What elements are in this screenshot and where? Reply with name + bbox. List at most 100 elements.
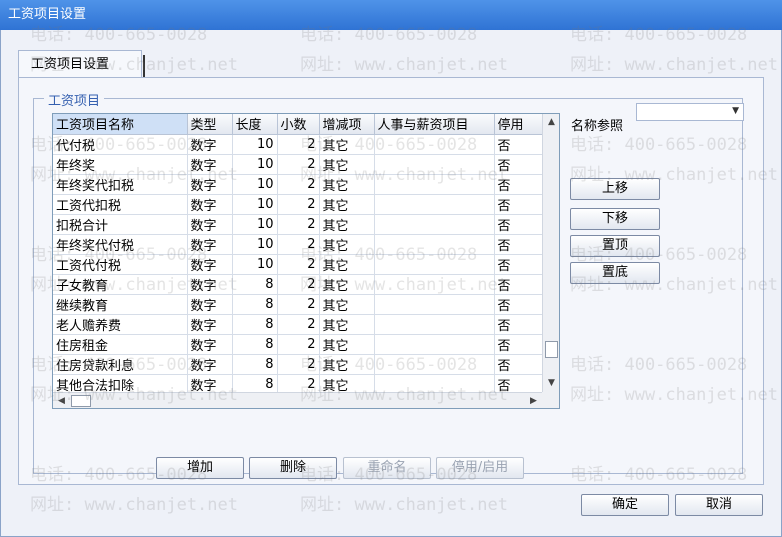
table-row[interactable]: 子女教育 数字 8 2 其它 否 [53, 274, 543, 295]
column-header-name[interactable]: 工资项目名称 [53, 114, 188, 135]
cell-type: 数字 [187, 214, 233, 235]
cell-decimals: 2 [277, 354, 320, 375]
table-row[interactable]: 继续教育 数字 8 2 其它 否 [53, 294, 543, 315]
cell-type: 数字 [187, 274, 233, 295]
column-header-length[interactable]: 长度 [232, 114, 278, 135]
cell-length: 10 [232, 214, 278, 235]
ok-button[interactable]: 确定 [581, 494, 669, 516]
cell-decimals: 2 [277, 374, 320, 395]
cell-type: 数字 [187, 134, 233, 155]
move-down-button[interactable]: 下移 [570, 208, 660, 230]
cell-increase-decrease: 其它 [319, 374, 375, 395]
title-bar: 工资项目设置 [0, 0, 782, 30]
cell-decimals: 2 [277, 254, 320, 275]
scroll-up-arrow-icon[interactable]: ▲ [543, 114, 559, 131]
cell-type: 数字 [187, 194, 233, 215]
vertical-scroll-thumb[interactable] [545, 341, 558, 358]
cell-name: 工资代扣税 [53, 194, 188, 215]
cell-decimals: 2 [277, 154, 320, 175]
cancel-button[interactable]: 取消 [675, 494, 763, 516]
table-row[interactable]: 扣税合计 数字 10 2 其它 否 [53, 214, 543, 235]
cell-decimals: 2 [277, 214, 320, 235]
cell-hr-salary-item [374, 314, 495, 335]
cell-name: 老人赡养费 [53, 314, 188, 335]
cell-length: 10 [232, 254, 278, 275]
cell-type: 数字 [187, 374, 233, 395]
vertical-scrollbar[interactable]: ▲ ▼ [542, 114, 559, 392]
cell-disabled: 否 [494, 194, 543, 215]
table-header-row: 工资项目名称 类型 长度 小数 增减项 人事与薪资项目 停用 [53, 114, 543, 135]
cell-hr-salary-item [374, 354, 495, 375]
cell-type: 数字 [187, 354, 233, 375]
table-row[interactable]: 年终奖代扣税 数字 10 2 其它 否 [53, 174, 543, 195]
move-up-button[interactable]: 上移 [570, 178, 660, 200]
cell-decimals: 2 [277, 134, 320, 155]
cell-name: 住房租金 [53, 334, 188, 355]
move-to-top-button[interactable]: 置顶 [570, 235, 660, 257]
cell-name: 继续教育 [53, 294, 188, 315]
cell-decimals: 2 [277, 194, 320, 215]
rename-button[interactable]: 重命名 [343, 457, 431, 479]
add-button[interactable]: 增加 [156, 457, 244, 479]
cell-length: 10 [232, 174, 278, 195]
chevron-down-icon[interactable]: ▼ [732, 106, 739, 116]
cell-disabled: 否 [494, 154, 543, 175]
cell-length: 10 [232, 194, 278, 215]
cell-hr-salary-item [374, 334, 495, 355]
table-row[interactable]: 代付税 数字 10 2 其它 否 [53, 134, 543, 155]
cell-type: 数字 [187, 314, 233, 335]
cell-hr-salary-item [374, 194, 495, 215]
table-row[interactable]: 工资代扣税 数字 10 2 其它 否 [53, 194, 543, 215]
cell-disabled: 否 [494, 334, 543, 355]
cell-length: 8 [232, 334, 278, 355]
table-row[interactable]: 住房租金 数字 8 2 其它 否 [53, 334, 543, 355]
cell-type: 数字 [187, 174, 233, 195]
scroll-left-arrow-icon[interactable]: ◀ [53, 393, 70, 408]
cell-length: 8 [232, 294, 278, 315]
cell-disabled: 否 [494, 214, 543, 235]
tab-salary-item-settings[interactable]: 工资项目设置 [18, 50, 145, 79]
scroll-down-arrow-icon[interactable]: ▼ [543, 375, 559, 392]
cell-length: 8 [232, 354, 278, 375]
table-row[interactable]: 老人赡养费 数字 8 2 其它 否 [53, 314, 543, 335]
scroll-right-arrow-icon[interactable]: ▶ [525, 393, 542, 408]
salary-items-grid[interactable]: 工资项目名称 类型 长度 小数 增减项 人事与薪资项目 停用 代付税 数字 10 2 其… [52, 113, 560, 409]
column-header-increase-decrease[interactable]: 增减项 [319, 114, 375, 135]
disable-enable-button[interactable]: 停用/启用 [436, 457, 524, 479]
cell-increase-decrease: 其它 [319, 254, 375, 275]
cell-increase-decrease: 其它 [319, 154, 375, 175]
cell-decimals: 2 [277, 314, 320, 335]
horizontal-scroll-thumb[interactable] [71, 395, 91, 407]
horizontal-scrollbar[interactable]: ◀ ▶ [53, 392, 542, 408]
name-reference-dropdown[interactable]: ▼ [636, 103, 744, 121]
delete-button[interactable]: 删除 [249, 457, 337, 479]
cell-name: 其他合法扣除 [53, 374, 188, 395]
cell-length: 8 [232, 374, 278, 395]
cell-hr-salary-item [374, 174, 495, 195]
table-row[interactable]: 工资代付税 数字 10 2 其它 否 [53, 254, 543, 275]
scrollbar-corner [542, 392, 559, 408]
column-header-type[interactable]: 类型 [187, 114, 233, 135]
table-row[interactable]: 其他合法扣除 数字 8 2 其它 否 [53, 374, 543, 395]
table-row[interactable]: 住房贷款利息 数字 8 2 其它 否 [53, 354, 543, 375]
table-row[interactable]: 年终奖代付税 数字 10 2 其它 否 [53, 234, 543, 255]
cell-decimals: 2 [277, 334, 320, 355]
cell-type: 数字 [187, 234, 233, 255]
cell-hr-salary-item [374, 234, 495, 255]
column-header-disabled[interactable]: 停用 [494, 114, 543, 135]
cell-name: 代付税 [53, 134, 188, 155]
cell-hr-salary-item [374, 254, 495, 275]
cell-increase-decrease: 其它 [319, 354, 375, 375]
move-to-bottom-button[interactable]: 置底 [570, 262, 660, 284]
cell-disabled: 否 [494, 254, 543, 275]
table-row[interactable]: 年终奖 数字 10 2 其它 否 [53, 154, 543, 175]
cell-disabled: 否 [494, 314, 543, 335]
cell-name: 年终奖代付税 [53, 234, 188, 255]
cell-length: 10 [232, 154, 278, 175]
cell-name: 子女教育 [53, 274, 188, 295]
cell-decimals: 2 [277, 274, 320, 295]
cell-increase-decrease: 其它 [319, 234, 375, 255]
column-header-hr-salary-item[interactable]: 人事与薪资项目 [374, 114, 495, 135]
tab-panel: 工资项目 工资项目名称 类型 长度 小数 增减项 人事与薪资项目 停用 代付税 … [18, 77, 764, 485]
column-header-decimals[interactable]: 小数 [277, 114, 320, 135]
